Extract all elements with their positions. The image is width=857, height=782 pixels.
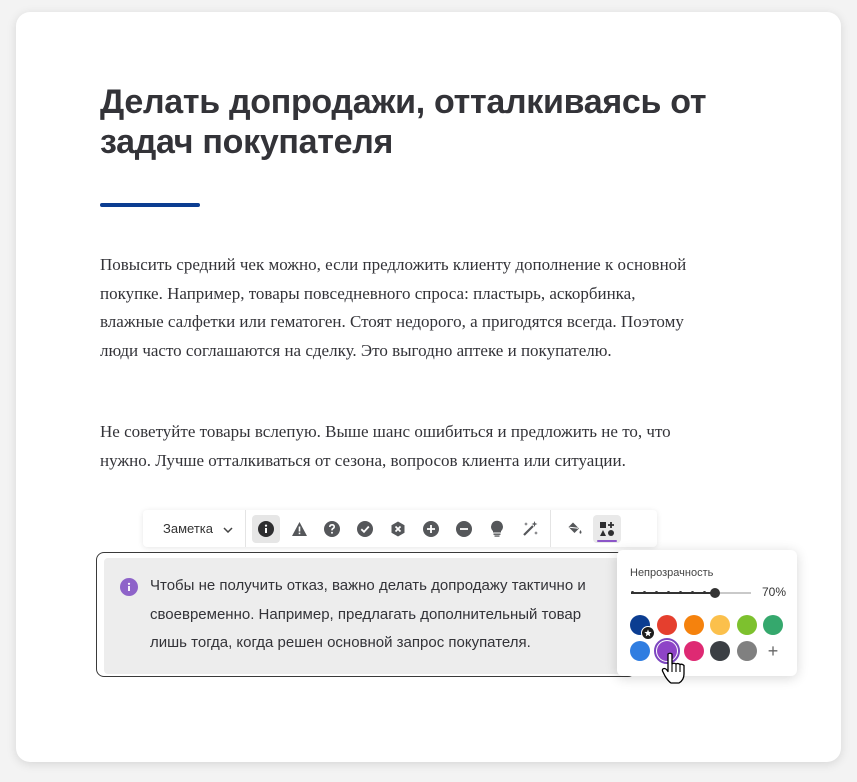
- question-style-button[interactable]: [318, 515, 346, 543]
- color-swatch-yellow[interactable]: [710, 615, 730, 635]
- fill-bucket-icon: [567, 521, 583, 537]
- color-swatch-light-green[interactable]: [737, 615, 757, 635]
- info-icon: [120, 578, 138, 596]
- opacity-value: 70%: [762, 585, 787, 599]
- lightbulb-style-button[interactable]: [483, 515, 511, 543]
- note-text[interactable]: Чтобы не получить отказ, важно делать до…: [150, 572, 620, 658]
- question-icon: [324, 520, 340, 537]
- opacity-slider-thumb[interactable]: [710, 588, 720, 598]
- note-style-group: [246, 510, 551, 547]
- minus-icon: [456, 520, 472, 537]
- opacity-label: Непрозрачность: [630, 567, 714, 579]
- slider-tick: [691, 591, 694, 594]
- add-color-button[interactable]: +: [765, 641, 781, 661]
- minus-style-button[interactable]: [450, 515, 478, 543]
- color-swatch-gray[interactable]: [737, 641, 757, 661]
- slider-tick: [679, 591, 682, 594]
- title-accent-line: [100, 203, 200, 207]
- slider-tick: [643, 591, 646, 594]
- color-swatch-blue[interactable]: [630, 641, 650, 661]
- check-icon: [357, 520, 373, 537]
- slider-tick: [667, 591, 670, 594]
- color-swatch-purple[interactable]: [654, 638, 680, 664]
- magic-wand-icon: [522, 520, 539, 537]
- color-swatch-dark-gray[interactable]: [710, 641, 730, 661]
- paragraph-1[interactable]: Повысить средний чек можно, если предлож…: [100, 251, 700, 365]
- slider-tick: [655, 591, 658, 594]
- color-swatch-orange[interactable]: [684, 615, 704, 635]
- star-icon: [641, 626, 655, 640]
- shape-color-button[interactable]: [593, 514, 621, 543]
- info-style-button[interactable]: [252, 514, 280, 543]
- opacity-slider[interactable]: [631, 588, 751, 598]
- error-icon: [390, 521, 406, 537]
- color-style-group: [551, 510, 631, 547]
- color-swatch-red[interactable]: [657, 615, 677, 635]
- slider-tick: [631, 591, 634, 594]
- paragraph-2[interactable]: Не советуйте товары вслепую. Выше шанс о…: [100, 418, 700, 475]
- plus-style-button[interactable]: [417, 515, 445, 543]
- plus-icon: [423, 520, 439, 537]
- magic-style-button[interactable]: [516, 515, 544, 543]
- color-swatch-green[interactable]: [763, 615, 783, 635]
- chevron-down-icon: [223, 521, 233, 536]
- block-type-dropdown[interactable]: Заметка: [143, 510, 246, 547]
- fill-color-button[interactable]: [561, 515, 589, 543]
- color-swatch-dark-blue[interactable]: [630, 615, 655, 640]
- slider-tick: [703, 591, 706, 594]
- article-title[interactable]: Делать допродажи, отталкиваясь от задач …: [100, 82, 740, 162]
- error-style-button[interactable]: [384, 515, 412, 543]
- lightbulb-icon: [490, 520, 504, 537]
- warning-icon: [291, 521, 308, 537]
- block-type-label: Заметка: [163, 521, 213, 536]
- note-toolbar: Заметка: [143, 510, 657, 547]
- warning-style-button[interactable]: [285, 515, 313, 543]
- color-swatch-pink[interactable]: [684, 641, 704, 661]
- check-style-button[interactable]: [351, 515, 379, 543]
- info-icon: [258, 520, 274, 537]
- color-popover: Непрозрачность 70% +: [617, 550, 797, 676]
- shapes-icon: [599, 521, 615, 537]
